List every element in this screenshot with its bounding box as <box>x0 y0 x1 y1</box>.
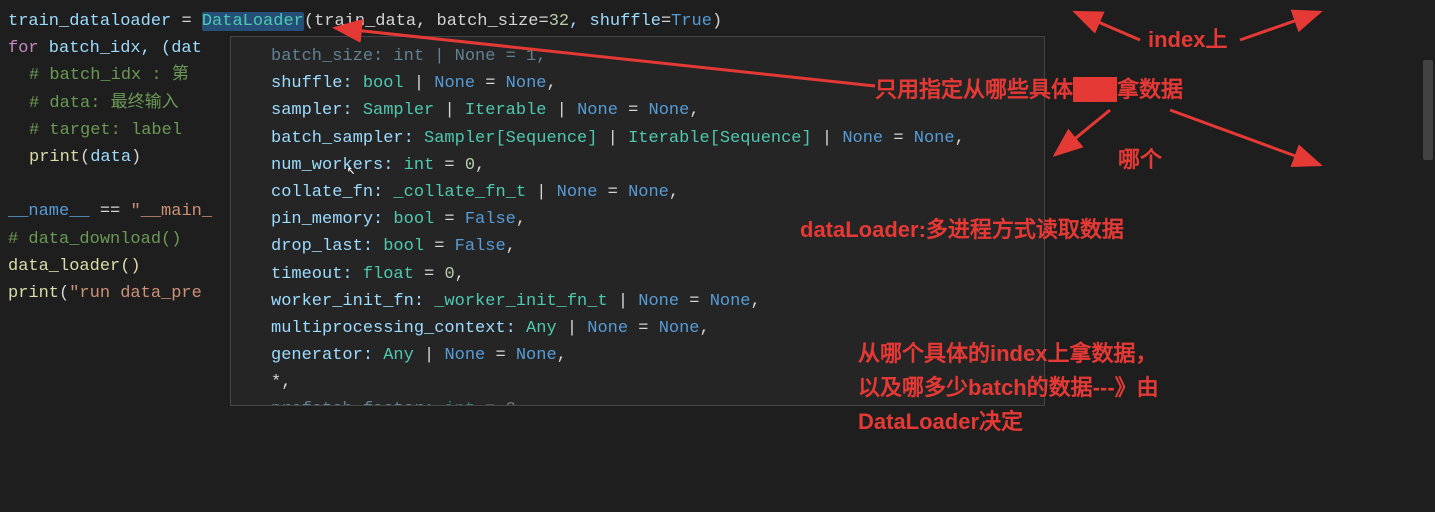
annotation-text: 从哪个具体的index上拿数据， <box>858 336 1157 371</box>
dataloader-call: DataLoader <box>202 12 304 31</box>
annotation-text: 以及哪多少batch的数据---》由 <box>858 370 1159 405</box>
annotation-text: DataLoader决定 <box>858 404 1023 439</box>
annotation-text: 哪个 <box>1118 142 1162 177</box>
annotation-text: index上 <box>1148 22 1227 57</box>
annotation-text: dataLoader:多进程方式读取数据 <box>800 212 1124 247</box>
annotation-text: 只用指定从哪些具体口口拿数据 <box>875 72 1183 107</box>
scrollbar-thumb[interactable] <box>1423 60 1433 160</box>
